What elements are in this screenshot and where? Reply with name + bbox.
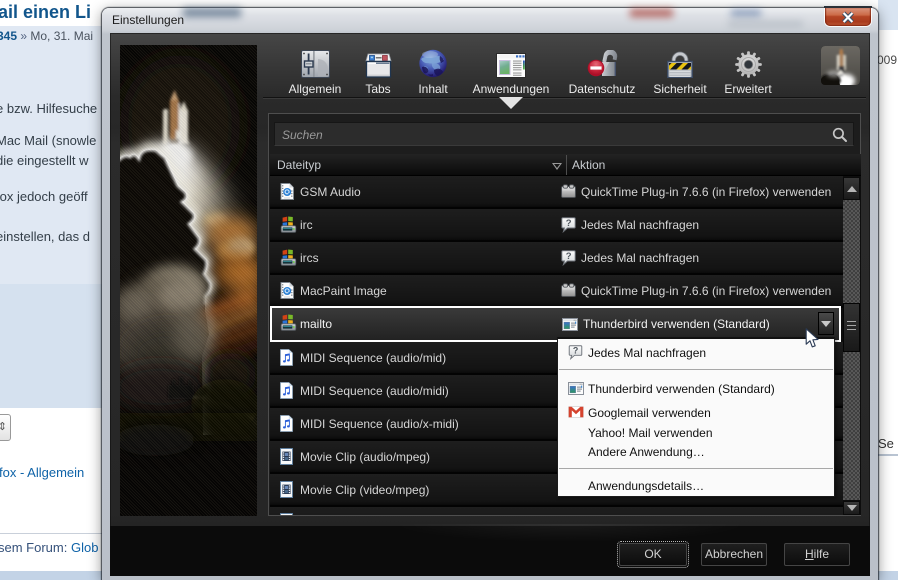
svg-text:?: ? (566, 251, 572, 262)
svg-text:?: ? (566, 218, 572, 229)
svg-text:?: ? (573, 345, 578, 355)
